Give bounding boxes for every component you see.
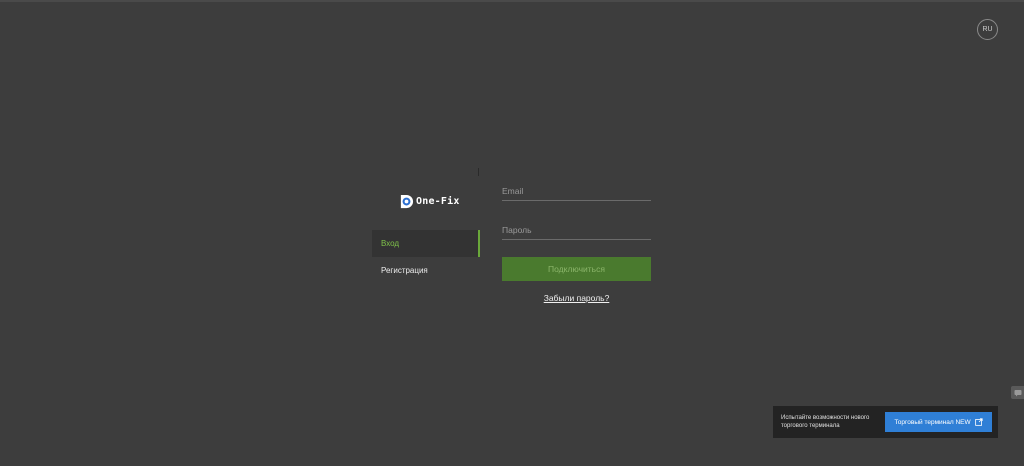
connect-button[interactable]: Подключиться	[502, 257, 651, 281]
language-label: RU	[982, 26, 993, 33]
password-field-wrapper	[502, 217, 651, 240]
password-input[interactable]	[502, 225, 651, 235]
email-input[interactable]	[502, 186, 651, 196]
login-form: Подключиться Забыли пароль?	[502, 178, 651, 303]
brand-name: One-Fix	[416, 196, 460, 207]
side-panel-toggle[interactable]	[1011, 386, 1024, 399]
terminal-promo-banner: Испытайте возможности нового торгового т…	[773, 406, 998, 438]
chat-icon	[1014, 389, 1021, 396]
language-switch-button[interactable]: RU	[977, 19, 998, 40]
email-field-wrapper	[502, 178, 651, 201]
nav-item-register[interactable]: Регистрация	[372, 257, 480, 284]
external-link-icon	[974, 418, 983, 426]
trading-terminal-button[interactable]: Торговый терминал NEW	[885, 412, 992, 432]
auth-nav: Вход Регистрация	[372, 230, 480, 284]
divider-mark	[478, 168, 479, 176]
brand-logo: One-Fix	[399, 194, 460, 209]
top-border	[0, 0, 1024, 2]
trading-terminal-button-label: Торговый терминал NEW	[894, 418, 971, 426]
nav-item-login[interactable]: Вход	[372, 230, 480, 257]
promo-text: Испытайте возможности нового торгового т…	[781, 415, 870, 429]
one-fix-logo-icon	[400, 194, 414, 209]
forgot-password-link[interactable]: Забыли пароль?	[502, 293, 651, 303]
